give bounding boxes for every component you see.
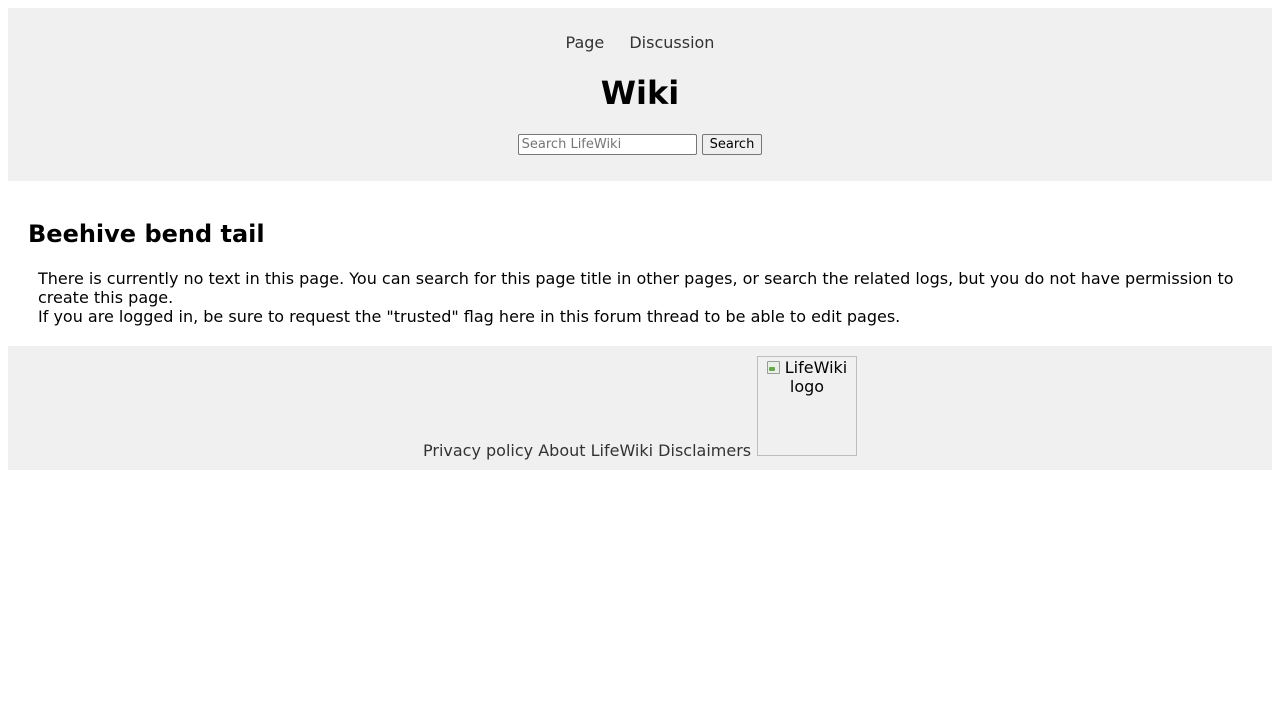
site-footer: Privacy policy About LifeWiki Disclaimer… — [8, 346, 1272, 470]
main-content: Beehive bend tail There is currently no … — [28, 218, 1252, 326]
search-button[interactable]: Search — [701, 134, 763, 155]
site-title: Wiki — [600, 74, 680, 112]
search-input[interactable] — [517, 134, 697, 155]
footer-links: Privacy policy About LifeWiki Disclaimer… — [423, 441, 751, 460]
page-title: Beehive bend tail — [28, 220, 265, 248]
footer-link-about[interactable]: About LifeWiki — [538, 441, 653, 460]
tab-page[interactable]: Page — [566, 33, 605, 52]
footer-link-disclaimers[interactable]: Disclaimers — [658, 441, 751, 460]
logo-alt-text: LifeWiki logo — [784, 358, 848, 396]
tab-discussion[interactable]: Discussion — [629, 33, 714, 52]
site-header: Page Discussion Wiki Search — [8, 8, 1272, 181]
page: Page Discussion Wiki Search Beehive bend… — [0, 0, 1280, 720]
page-tabs: Page Discussion — [8, 34, 1272, 52]
notice-text-trusted: If you are logged in, be sure to request… — [38, 307, 901, 326]
footer-link-privacy[interactable]: Privacy policy — [423, 441, 533, 460]
lifewiki-logo[interactable]: LifeWiki logo — [757, 356, 857, 456]
notice-text: There is currently no text in this page.… — [38, 269, 1234, 307]
search-form: Search — [8, 134, 1272, 155]
broken-image-icon — [766, 360, 781, 374]
missing-page-notice: There is currently no text in this page.… — [38, 269, 1252, 326]
